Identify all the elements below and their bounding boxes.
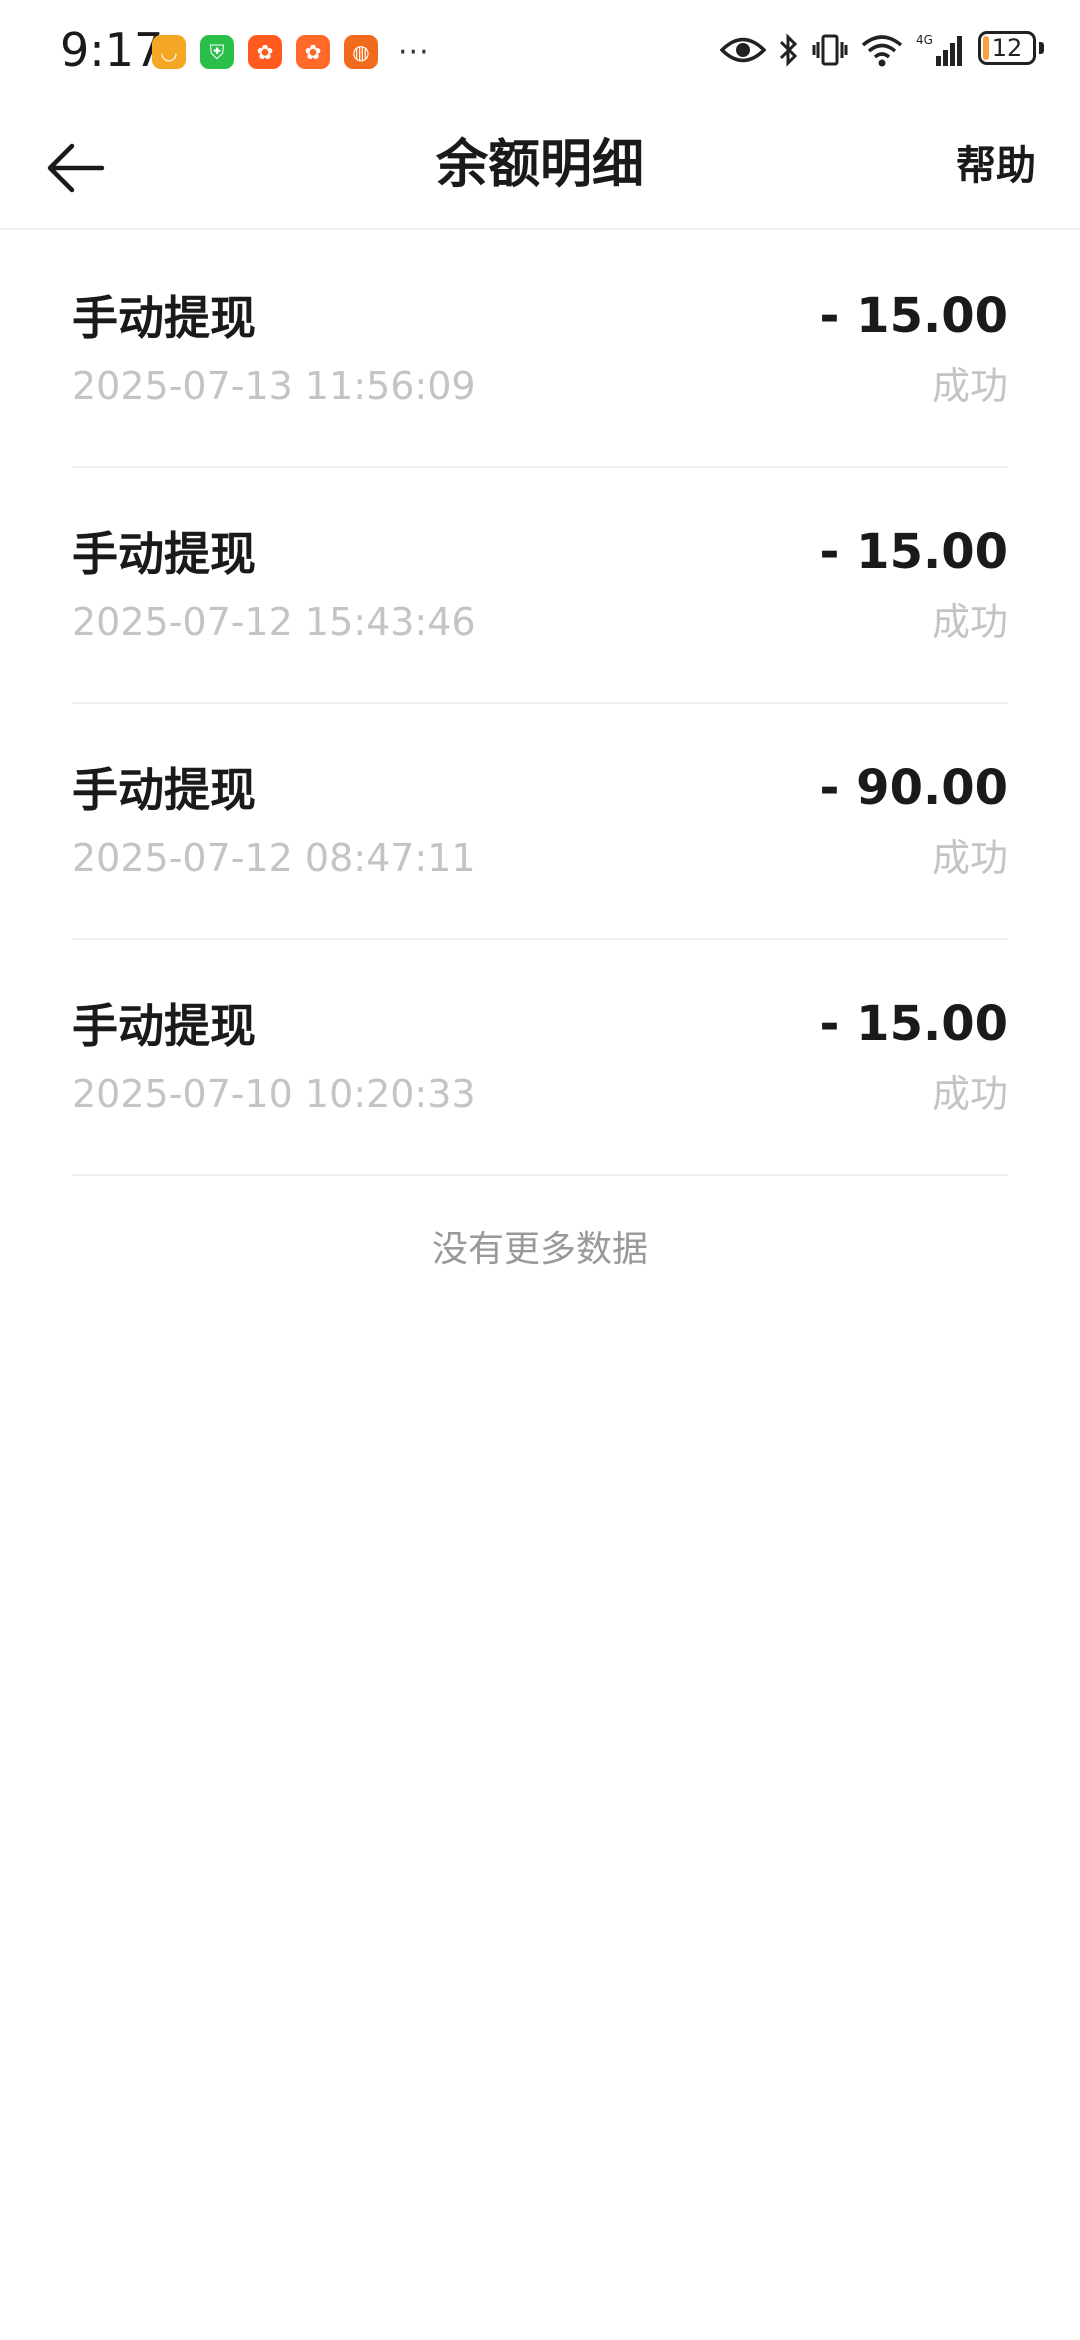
transaction-title: 手动提现 xyxy=(72,999,256,1053)
transaction-row[interactable]: 手动提现 2025-07-12 08:47:11 - 90.00 成功 xyxy=(72,704,1008,940)
cellular-signal-icon: 4G xyxy=(916,32,966,68)
transaction-amount: - 15.00 xyxy=(819,524,1008,580)
battery-icon: 12 xyxy=(978,31,1044,69)
transaction-row[interactable]: 手动提现 2025-07-10 10:20:33 - 15.00 成功 xyxy=(72,940,1008,1176)
transaction-title: 手动提现 xyxy=(72,763,256,817)
navigation-bar: 余额明细 帮助 xyxy=(0,100,1080,230)
more-notifications-indicator: ··· xyxy=(398,34,430,70)
transaction-time: 2025-07-12 08:47:11 xyxy=(72,836,476,880)
battery-level: 12 xyxy=(991,34,1023,62)
bluetooth-icon xyxy=(778,32,800,68)
no-more-data-text: 没有更多数据 xyxy=(431,1229,648,1270)
transaction-status: 成功 xyxy=(931,1072,1008,1116)
browser-app-icon: ◍ xyxy=(344,35,378,69)
kuaishou-lite-app-icon: ✿ xyxy=(296,35,330,69)
transaction-list: 手动提现 2025-07-13 11:56:09 - 15.00 成功 手动提现… xyxy=(72,232,1008,1176)
transaction-row[interactable]: 手动提现 2025-07-12 15:43:46 - 15.00 成功 xyxy=(72,468,1008,704)
help-button[interactable]: 帮助 xyxy=(956,140,1036,192)
transaction-time: 2025-07-12 15:43:46 xyxy=(72,600,476,644)
kuaishou-app-icon: ✿ xyxy=(248,35,282,69)
transaction-status: 成功 xyxy=(931,836,1008,880)
eye-icon xyxy=(720,35,766,65)
system-icons: 4G 12 xyxy=(720,28,1044,72)
transaction-amount: - 90.00 xyxy=(819,760,1008,816)
status-time: 9:17 xyxy=(60,23,164,77)
transaction-amount: - 15.00 xyxy=(819,288,1008,344)
transaction-amount: - 15.00 xyxy=(819,996,1008,1052)
svg-text:4G: 4G xyxy=(916,33,933,47)
transaction-time: 2025-07-10 10:20:33 xyxy=(72,1072,476,1116)
wifi-icon xyxy=(860,33,904,67)
transaction-status: 成功 xyxy=(931,364,1008,408)
transaction-time: 2025-07-13 11:56:09 xyxy=(72,364,476,408)
shopping-app-icon: ◡ xyxy=(152,35,186,69)
security-app-icon: ⛨ xyxy=(200,35,234,69)
page-title: 余额明细 xyxy=(435,135,644,195)
transaction-title: 手动提现 xyxy=(72,527,256,581)
notification-icons: ◡ ⛨ ✿ ✿ ◍ ··· xyxy=(152,32,430,72)
transaction-row[interactable]: 手动提现 2025-07-13 11:56:09 - 15.00 成功 xyxy=(72,232,1008,468)
transaction-status: 成功 xyxy=(931,600,1008,644)
vibrate-icon xyxy=(812,32,848,68)
transaction-title: 手动提现 xyxy=(72,291,256,345)
status-bar: 9:17 ◡ ⛨ ✿ ✿ ◍ ··· 4G 12 xyxy=(0,0,1080,100)
